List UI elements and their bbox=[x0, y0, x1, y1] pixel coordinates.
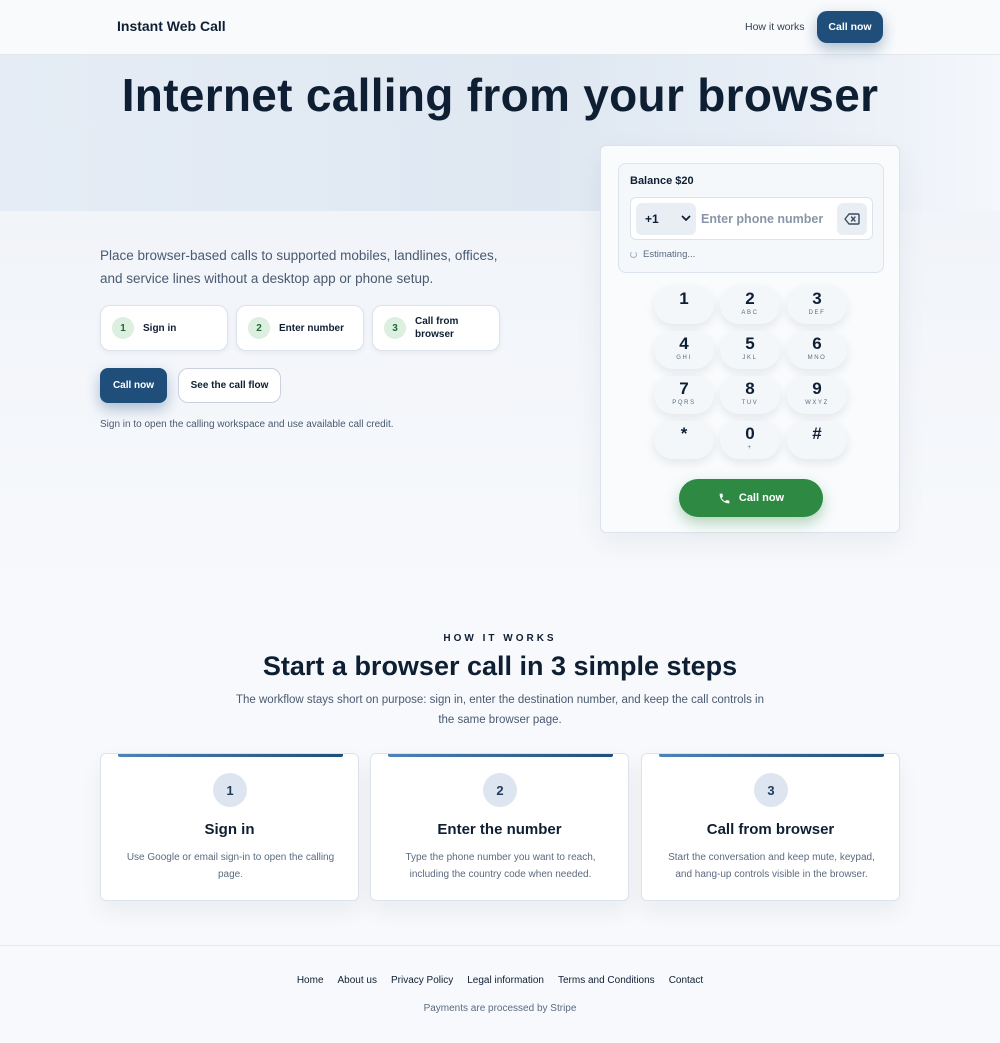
step-card-enter-number: 2 Enter the number Type the phone number… bbox=[370, 753, 629, 901]
phone-icon bbox=[719, 493, 730, 503]
balance-label: Balance $20 bbox=[630, 175, 694, 187]
key-letters: PQRS bbox=[672, 400, 696, 406]
dialer-panel: Balance $20 +1 Estimating... 1 2 ABC 3 DEF… bbox=[600, 145, 900, 533]
how-it-works-title: Start a browser call in 3 simple steps bbox=[262, 651, 738, 681]
card-step-number: 2 bbox=[483, 773, 517, 807]
hero-step-sign-in: 1 Sign in bbox=[100, 305, 228, 351]
hero-call-now-button[interactable]: Call now bbox=[100, 368, 167, 403]
hero-description: Place browser-based calls to supported m… bbox=[100, 248, 498, 286]
footer-links: Home About us Privacy Policy Legal infor… bbox=[0, 975, 1000, 986]
phone-number-input[interactable] bbox=[701, 203, 831, 235]
keypad-key-star[interactable]: * bbox=[654, 421, 714, 459]
key-digit: 4 bbox=[679, 334, 689, 353]
dialer-call-now-button[interactable]: Call now bbox=[679, 479, 823, 517]
footer-link-privacy[interactable]: Privacy Policy bbox=[391, 975, 453, 986]
how-it-works-description: The workflow stays short on purpose: sig… bbox=[235, 694, 765, 726]
key-letters: DEF bbox=[808, 310, 826, 316]
country-code-select[interactable]: +1 bbox=[636, 203, 696, 235]
hero-step-call-from-browser: 3 Call from browser bbox=[372, 305, 500, 351]
hero-note: Sign in to open the calling workspace an… bbox=[100, 419, 394, 430]
key-digit: 2 bbox=[745, 289, 755, 308]
keypad-key-8[interactable]: 8 TUV bbox=[720, 376, 780, 414]
key-digit: 3 bbox=[812, 289, 822, 308]
country-code-value: +1 bbox=[645, 212, 659, 226]
key-letters: JKL bbox=[742, 355, 758, 361]
key-letters: WXYZ bbox=[805, 400, 829, 406]
step-label: Call from browser bbox=[415, 316, 459, 340]
rate-estimating-status: Estimating... bbox=[630, 249, 695, 260]
keypad-key-2[interactable]: 2 ABC bbox=[720, 286, 780, 324]
keypad-key-4[interactable]: 4 GHI bbox=[654, 331, 714, 369]
keypad-key-5[interactable]: 5 JKL bbox=[720, 331, 780, 369]
step-card-call-from-browser: 3 Call from browser Start the conversati… bbox=[641, 753, 900, 901]
key-digit: * bbox=[680, 424, 688, 443]
keypad-key-6[interactable]: 6 MNO bbox=[787, 331, 847, 369]
key-letters: + bbox=[747, 445, 753, 451]
card-accent-bar bbox=[388, 754, 613, 757]
key-digit: 1 bbox=[679, 289, 689, 308]
site-footer: Home About us Privacy Policy Legal infor… bbox=[0, 945, 1000, 1043]
keypad-key-9[interactable]: 9 WXYZ bbox=[787, 376, 847, 414]
backspace-button[interactable] bbox=[837, 203, 867, 235]
nav-how-it-works-link[interactable]: How it works bbox=[745, 21, 805, 33]
keypad-key-1[interactable]: 1 bbox=[654, 286, 714, 324]
key-digit: 0 bbox=[745, 424, 755, 443]
footer-link-home[interactable]: Home bbox=[297, 975, 324, 986]
footer-link-contact[interactable]: Contact bbox=[669, 975, 703, 986]
keypad-key-3[interactable]: 3 DEF bbox=[787, 286, 847, 324]
card-accent-bar bbox=[659, 754, 884, 757]
card-step-number: 3 bbox=[754, 773, 788, 807]
footer-link-terms[interactable]: Terms and Conditions bbox=[558, 975, 655, 986]
footer-link-legal[interactable]: Legal information bbox=[467, 975, 544, 986]
step-number-badge: 3 bbox=[384, 317, 406, 339]
key-digit: 8 bbox=[745, 379, 755, 398]
key-digit: 9 bbox=[812, 379, 822, 398]
card-step-number: 1 bbox=[213, 773, 247, 807]
chevron-down-icon bbox=[681, 215, 691, 221]
call-button-label: Call now bbox=[738, 492, 785, 504]
footer-payments-note: Payments are processed by Stripe bbox=[423, 1003, 577, 1014]
keypad-key-hash[interactable]: # bbox=[787, 421, 847, 459]
hero-title: Internet calling from your browser bbox=[121, 69, 879, 121]
card-title: Enter the number bbox=[437, 821, 562, 838]
backspace-icon bbox=[844, 213, 860, 225]
how-it-works-eyebrow: HOW IT WORKS bbox=[443, 633, 557, 644]
key-letters: MNO bbox=[807, 355, 827, 361]
card-title: Sign in bbox=[204, 821, 255, 838]
key-letters: GHI bbox=[676, 355, 692, 361]
spinner-icon bbox=[630, 251, 637, 258]
phone-number-box: +1 bbox=[630, 197, 873, 240]
step-number-badge: 1 bbox=[112, 317, 134, 339]
key-letters: ABC bbox=[741, 310, 759, 316]
step-number-badge: 2 bbox=[248, 317, 270, 339]
keypad-key-0[interactable]: 0 + bbox=[720, 421, 780, 459]
brand-logo-text[interactable]: Instant Web Call bbox=[117, 18, 226, 34]
card-text: Type the phone number you want to reach,… bbox=[405, 852, 596, 880]
estimating-text: Estimating... bbox=[643, 249, 696, 260]
card-text: Start the conversation and keep mute, ke… bbox=[668, 852, 875, 880]
top-navbar: Instant Web Call How it works Call now bbox=[0, 0, 1000, 55]
key-digit: 7 bbox=[679, 379, 689, 398]
key-digit: 5 bbox=[745, 334, 755, 353]
key-digit: # bbox=[812, 424, 822, 443]
key-digit: 6 bbox=[812, 334, 822, 353]
card-accent-bar bbox=[118, 754, 343, 757]
see-call-flow-button[interactable]: See the call flow bbox=[178, 368, 281, 403]
card-text: Use Google or email sign-in to open the … bbox=[126, 852, 335, 880]
dialer-input-area: Balance $20 +1 Estimating... bbox=[618, 163, 884, 273]
step-card-sign-in: 1 Sign in Use Google or email sign-in to… bbox=[100, 753, 359, 901]
key-letters: TUV bbox=[741, 400, 759, 406]
footer-link-about[interactable]: About us bbox=[338, 975, 377, 986]
step-label: Sign in bbox=[143, 322, 177, 334]
card-title: Call from browser bbox=[706, 821, 835, 838]
keypad-key-7[interactable]: 7 PQRS bbox=[654, 376, 714, 414]
header-call-now-button[interactable]: Call now bbox=[817, 11, 883, 43]
step-label: Enter number bbox=[279, 322, 345, 334]
hero-step-enter-number: 2 Enter number bbox=[236, 305, 364, 351]
